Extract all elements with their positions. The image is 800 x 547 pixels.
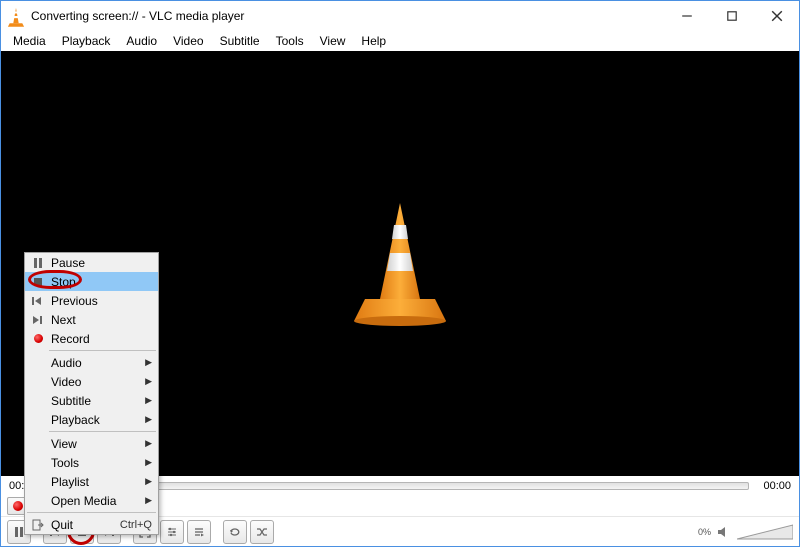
- menu-tools[interactable]: Tools: [268, 32, 312, 50]
- minimize-button[interactable]: [664, 1, 709, 31]
- next-icon: [29, 313, 47, 327]
- loop-button[interactable]: [223, 520, 247, 544]
- separator-icon: [49, 350, 156, 351]
- chevron-right-icon: ▶: [145, 357, 152, 368]
- extended-settings-button[interactable]: [160, 520, 184, 544]
- shuffle-button[interactable]: [250, 520, 274, 544]
- separator-icon: [27, 512, 156, 513]
- volume-slider[interactable]: [737, 523, 793, 541]
- record-icon: [13, 501, 23, 511]
- menu-subtitle[interactable]: Subtitle: [212, 32, 268, 50]
- titlebar: Converting screen:// - VLC media player: [1, 1, 799, 31]
- cm-quit[interactable]: Quit Ctrl+Q: [25, 515, 158, 534]
- menu-video[interactable]: Video: [165, 32, 211, 50]
- previous-icon: [29, 294, 47, 308]
- stop-icon: [29, 275, 47, 289]
- cm-video[interactable]: Video▶: [25, 372, 158, 391]
- context-menu: Pause Stop Previous Next Record Audio▶ V…: [24, 252, 159, 535]
- close-button[interactable]: [754, 1, 799, 31]
- volume-control: 0%: [698, 523, 793, 541]
- cm-playback[interactable]: Playback▶: [25, 410, 158, 429]
- cm-record[interactable]: Record: [25, 329, 158, 348]
- chevron-right-icon: ▶: [145, 395, 152, 406]
- chevron-right-icon: ▶: [145, 476, 152, 487]
- cm-playlist[interactable]: Playlist▶: [25, 472, 158, 491]
- chevron-right-icon: ▶: [145, 376, 152, 387]
- menu-media[interactable]: Media: [5, 32, 54, 50]
- vlc-window: Converting screen:// - VLC media player …: [0, 0, 800, 547]
- vlc-cone-logo: [350, 199, 450, 329]
- chevron-right-icon: ▶: [145, 438, 152, 449]
- menubar: Media Playback Audio Video Subtitle Tool…: [1, 31, 799, 51]
- volume-percent: 0%: [698, 527, 711, 537]
- menu-audio[interactable]: Audio: [118, 32, 165, 50]
- cm-next[interactable]: Next: [25, 310, 158, 329]
- cm-previous[interactable]: Previous: [25, 291, 158, 310]
- playlist-button[interactable]: [187, 520, 211, 544]
- menu-playback[interactable]: Playback: [54, 32, 119, 50]
- menu-view[interactable]: View: [312, 32, 354, 50]
- menu-help[interactable]: Help: [353, 32, 394, 50]
- record-icon: [29, 332, 47, 346]
- separator-icon: [49, 431, 156, 432]
- speaker-icon[interactable]: [717, 525, 731, 539]
- window-title: Converting screen:// - VLC media player: [31, 9, 244, 23]
- time-total[interactable]: 00:00: [755, 480, 791, 492]
- cm-audio[interactable]: Audio▶: [25, 353, 158, 372]
- cm-tools[interactable]: Tools▶: [25, 453, 158, 472]
- cm-quit-accel: Ctrl+Q: [120, 519, 152, 531]
- chevron-right-icon: ▶: [145, 457, 152, 468]
- quit-icon: [29, 518, 47, 532]
- cm-view[interactable]: View▶: [25, 434, 158, 453]
- cm-open-media[interactable]: Open Media▶: [25, 491, 158, 510]
- pause-icon: [29, 256, 47, 270]
- chevron-right-icon: ▶: [145, 495, 152, 506]
- chevron-right-icon: ▶: [145, 414, 152, 425]
- cm-subtitle[interactable]: Subtitle▶: [25, 391, 158, 410]
- cm-stop[interactable]: Stop: [25, 272, 158, 291]
- vlc-cone-icon: [7, 7, 25, 25]
- maximize-button[interactable]: [709, 1, 754, 31]
- cm-pause[interactable]: Pause: [25, 253, 158, 272]
